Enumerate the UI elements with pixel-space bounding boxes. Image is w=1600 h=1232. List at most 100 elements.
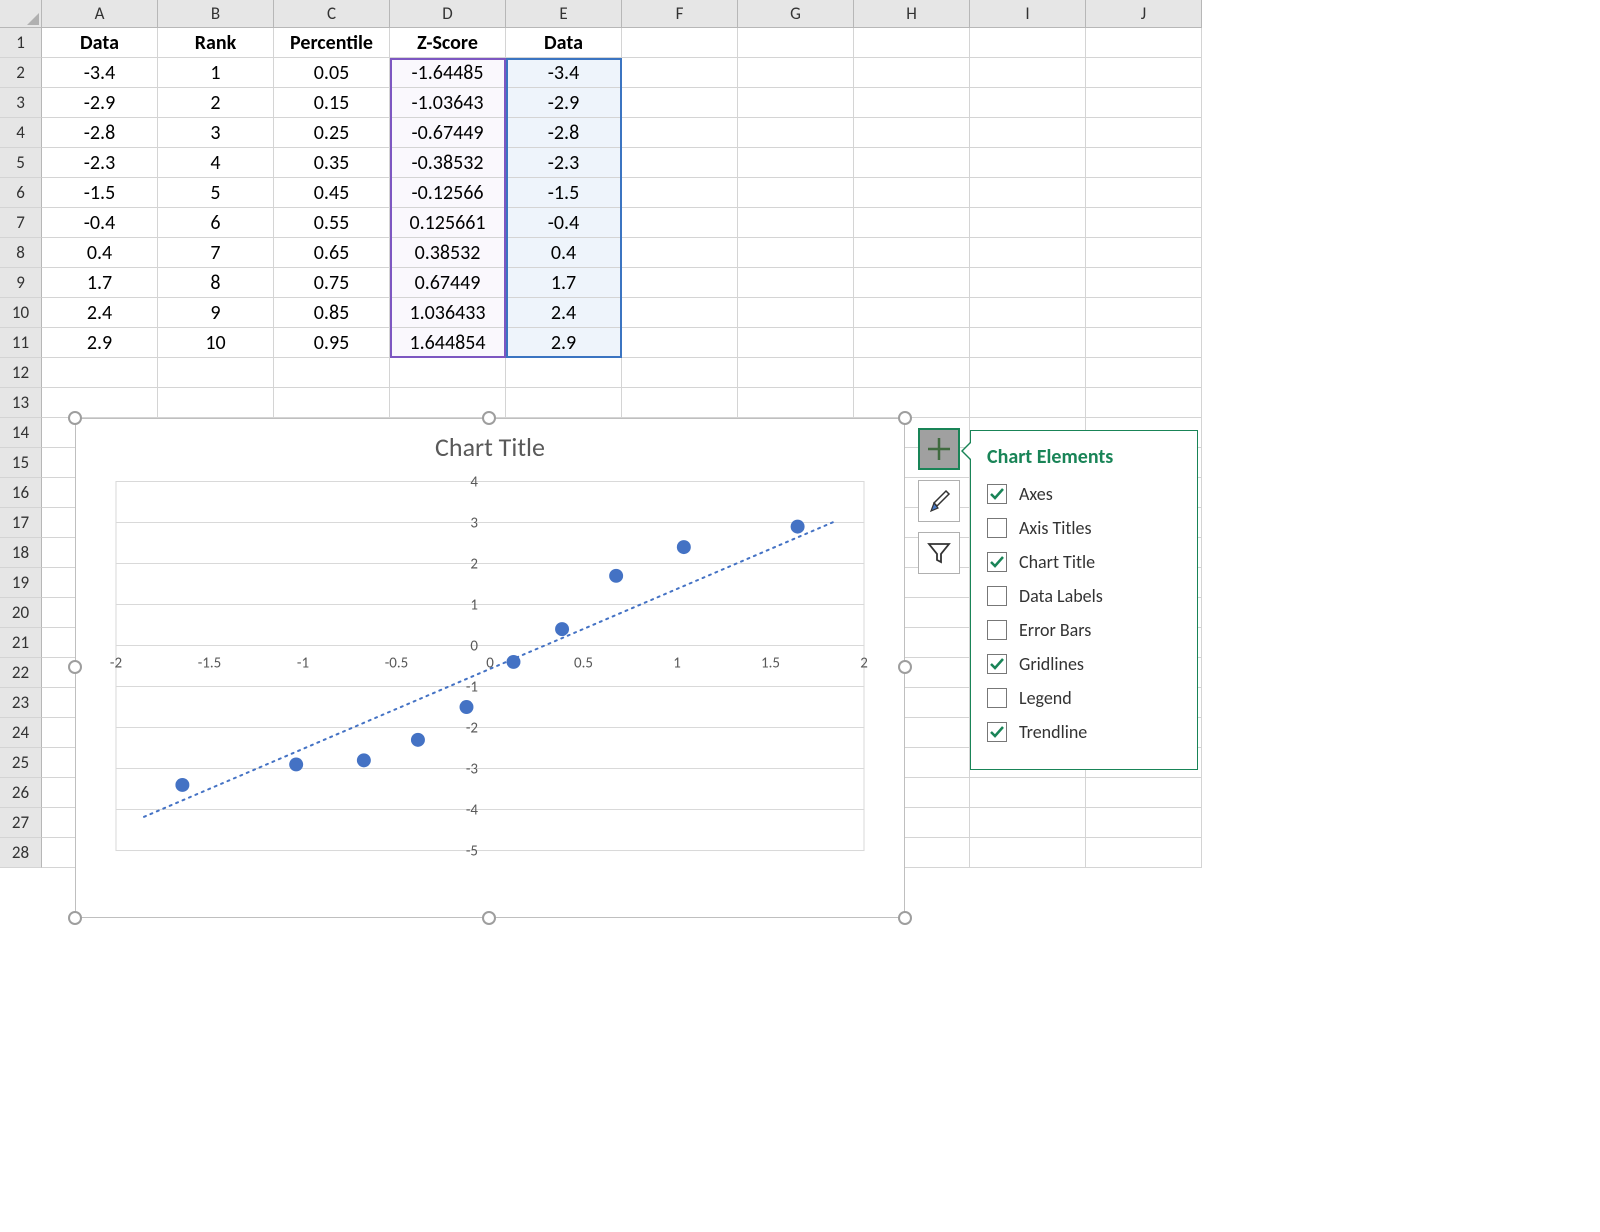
cell-J9[interactable] [1086, 268, 1202, 298]
cell-E1[interactable]: Data [506, 28, 622, 58]
cell-J10[interactable] [1086, 298, 1202, 328]
resize-handle-nw[interactable] [68, 411, 82, 425]
cell-A11[interactable]: 2.9 [42, 328, 158, 358]
cell-D4[interactable]: -0.67449 [390, 118, 506, 148]
cell-E8[interactable]: 0.4 [506, 238, 622, 268]
row-header-8[interactable]: 8 [0, 238, 42, 268]
cell-F13[interactable] [622, 388, 738, 418]
cell-A8[interactable]: 0.4 [42, 238, 158, 268]
cell-I1[interactable] [970, 28, 1086, 58]
cell-G3[interactable] [738, 88, 854, 118]
cell-I26[interactable] [970, 778, 1086, 808]
cell-D11[interactable]: 1.644854 [390, 328, 506, 358]
cell-I13[interactable] [970, 388, 1086, 418]
cell-H13[interactable] [854, 388, 970, 418]
cell-H12[interactable] [854, 358, 970, 388]
cell-D3[interactable]: -1.03643 [390, 88, 506, 118]
cell-I11[interactable] [970, 328, 1086, 358]
cell-A3[interactable]: -2.9 [42, 88, 158, 118]
row-header-17[interactable]: 17 [0, 508, 42, 538]
cell-A9[interactable]: 1.7 [42, 268, 158, 298]
column-header-h[interactable]: H [854, 0, 970, 28]
cell-G13[interactable] [738, 388, 854, 418]
cell-G4[interactable] [738, 118, 854, 148]
checkbox-icon[interactable] [987, 586, 1007, 606]
checkbox-icon[interactable] [987, 722, 1007, 742]
cell-D5[interactable]: -0.38532 [390, 148, 506, 178]
row-header-7[interactable]: 7 [0, 208, 42, 238]
chart-element-option-chart-title[interactable]: Chart Title [987, 551, 1181, 573]
cell-C3[interactable]: 0.15 [274, 88, 390, 118]
cell-J13[interactable] [1086, 388, 1202, 418]
cell-I8[interactable] [970, 238, 1086, 268]
cell-A4[interactable]: -2.8 [42, 118, 158, 148]
cell-J27[interactable] [1086, 808, 1202, 838]
chart-title[interactable]: Chart Title [76, 431, 904, 463]
cell-I28[interactable] [970, 838, 1086, 868]
cell-I5[interactable] [970, 148, 1086, 178]
row-header-3[interactable]: 3 [0, 88, 42, 118]
select-all-corner[interactable] [0, 0, 42, 28]
cell-I27[interactable] [970, 808, 1086, 838]
cell-F9[interactable] [622, 268, 738, 298]
resize-handle-e[interactable] [898, 660, 912, 674]
cell-D2[interactable]: -1.64485 [390, 58, 506, 88]
cell-C1[interactable]: Percentile [274, 28, 390, 58]
row-header-15[interactable]: 15 [0, 448, 42, 478]
row-header-2[interactable]: 2 [0, 58, 42, 88]
cell-B12[interactable] [158, 358, 274, 388]
row-header-28[interactable]: 28 [0, 838, 42, 868]
cell-I3[interactable] [970, 88, 1086, 118]
cell-J6[interactable] [1086, 178, 1202, 208]
resize-handle-w[interactable] [68, 660, 82, 674]
cell-D6[interactable]: -0.12566 [390, 178, 506, 208]
cell-E3[interactable]: -2.9 [506, 88, 622, 118]
cell-G2[interactable] [738, 58, 854, 88]
cell-D7[interactable]: 0.125661 [390, 208, 506, 238]
cell-D12[interactable] [390, 358, 506, 388]
cell-J28[interactable] [1086, 838, 1202, 868]
cell-F4[interactable] [622, 118, 738, 148]
cell-C6[interactable]: 0.45 [274, 178, 390, 208]
row-header-20[interactable]: 20 [0, 598, 42, 628]
cell-C8[interactable]: 0.65 [274, 238, 390, 268]
cell-I6[interactable] [970, 178, 1086, 208]
resize-handle-sw[interactable] [68, 911, 82, 925]
plot-area[interactable]: -2-1.5-1-0.500.511.52-5-4-3-2-112340 [106, 471, 874, 881]
checkbox-icon[interactable] [987, 654, 1007, 674]
cell-E6[interactable]: -1.5 [506, 178, 622, 208]
row-header-10[interactable]: 10 [0, 298, 42, 328]
cell-G12[interactable] [738, 358, 854, 388]
cell-B6[interactable]: 5 [158, 178, 274, 208]
resize-handle-ne[interactable] [898, 411, 912, 425]
column-header-c[interactable]: C [274, 0, 390, 28]
row-header-6[interactable]: 6 [0, 178, 42, 208]
cell-J1[interactable] [1086, 28, 1202, 58]
cell-C4[interactable]: 0.25 [274, 118, 390, 148]
cell-H10[interactable] [854, 298, 970, 328]
cell-C7[interactable]: 0.55 [274, 208, 390, 238]
cell-F8[interactable] [622, 238, 738, 268]
cell-H6[interactable] [854, 178, 970, 208]
cell-C5[interactable]: 0.35 [274, 148, 390, 178]
column-header-i[interactable]: I [970, 0, 1086, 28]
cell-G8[interactable] [738, 238, 854, 268]
row-header-25[interactable]: 25 [0, 748, 42, 778]
cell-B5[interactable]: 4 [158, 148, 274, 178]
chart-element-option-data-labels[interactable]: Data Labels [987, 585, 1181, 607]
cell-G5[interactable] [738, 148, 854, 178]
column-header-a[interactable]: A [42, 0, 158, 28]
cell-F6[interactable] [622, 178, 738, 208]
chart-element-option-axes[interactable]: Axes [987, 483, 1181, 505]
column-header-e[interactable]: E [506, 0, 622, 28]
cell-I10[interactable] [970, 298, 1086, 328]
checkbox-icon[interactable] [987, 518, 1007, 538]
cell-B1[interactable]: Rank [158, 28, 274, 58]
cell-H1[interactable] [854, 28, 970, 58]
checkbox-icon[interactable] [987, 552, 1007, 572]
cell-F2[interactable] [622, 58, 738, 88]
column-header-d[interactable]: D [390, 0, 506, 28]
resize-handle-s[interactable] [482, 911, 496, 925]
cell-J2[interactable] [1086, 58, 1202, 88]
cell-H7[interactable] [854, 208, 970, 238]
